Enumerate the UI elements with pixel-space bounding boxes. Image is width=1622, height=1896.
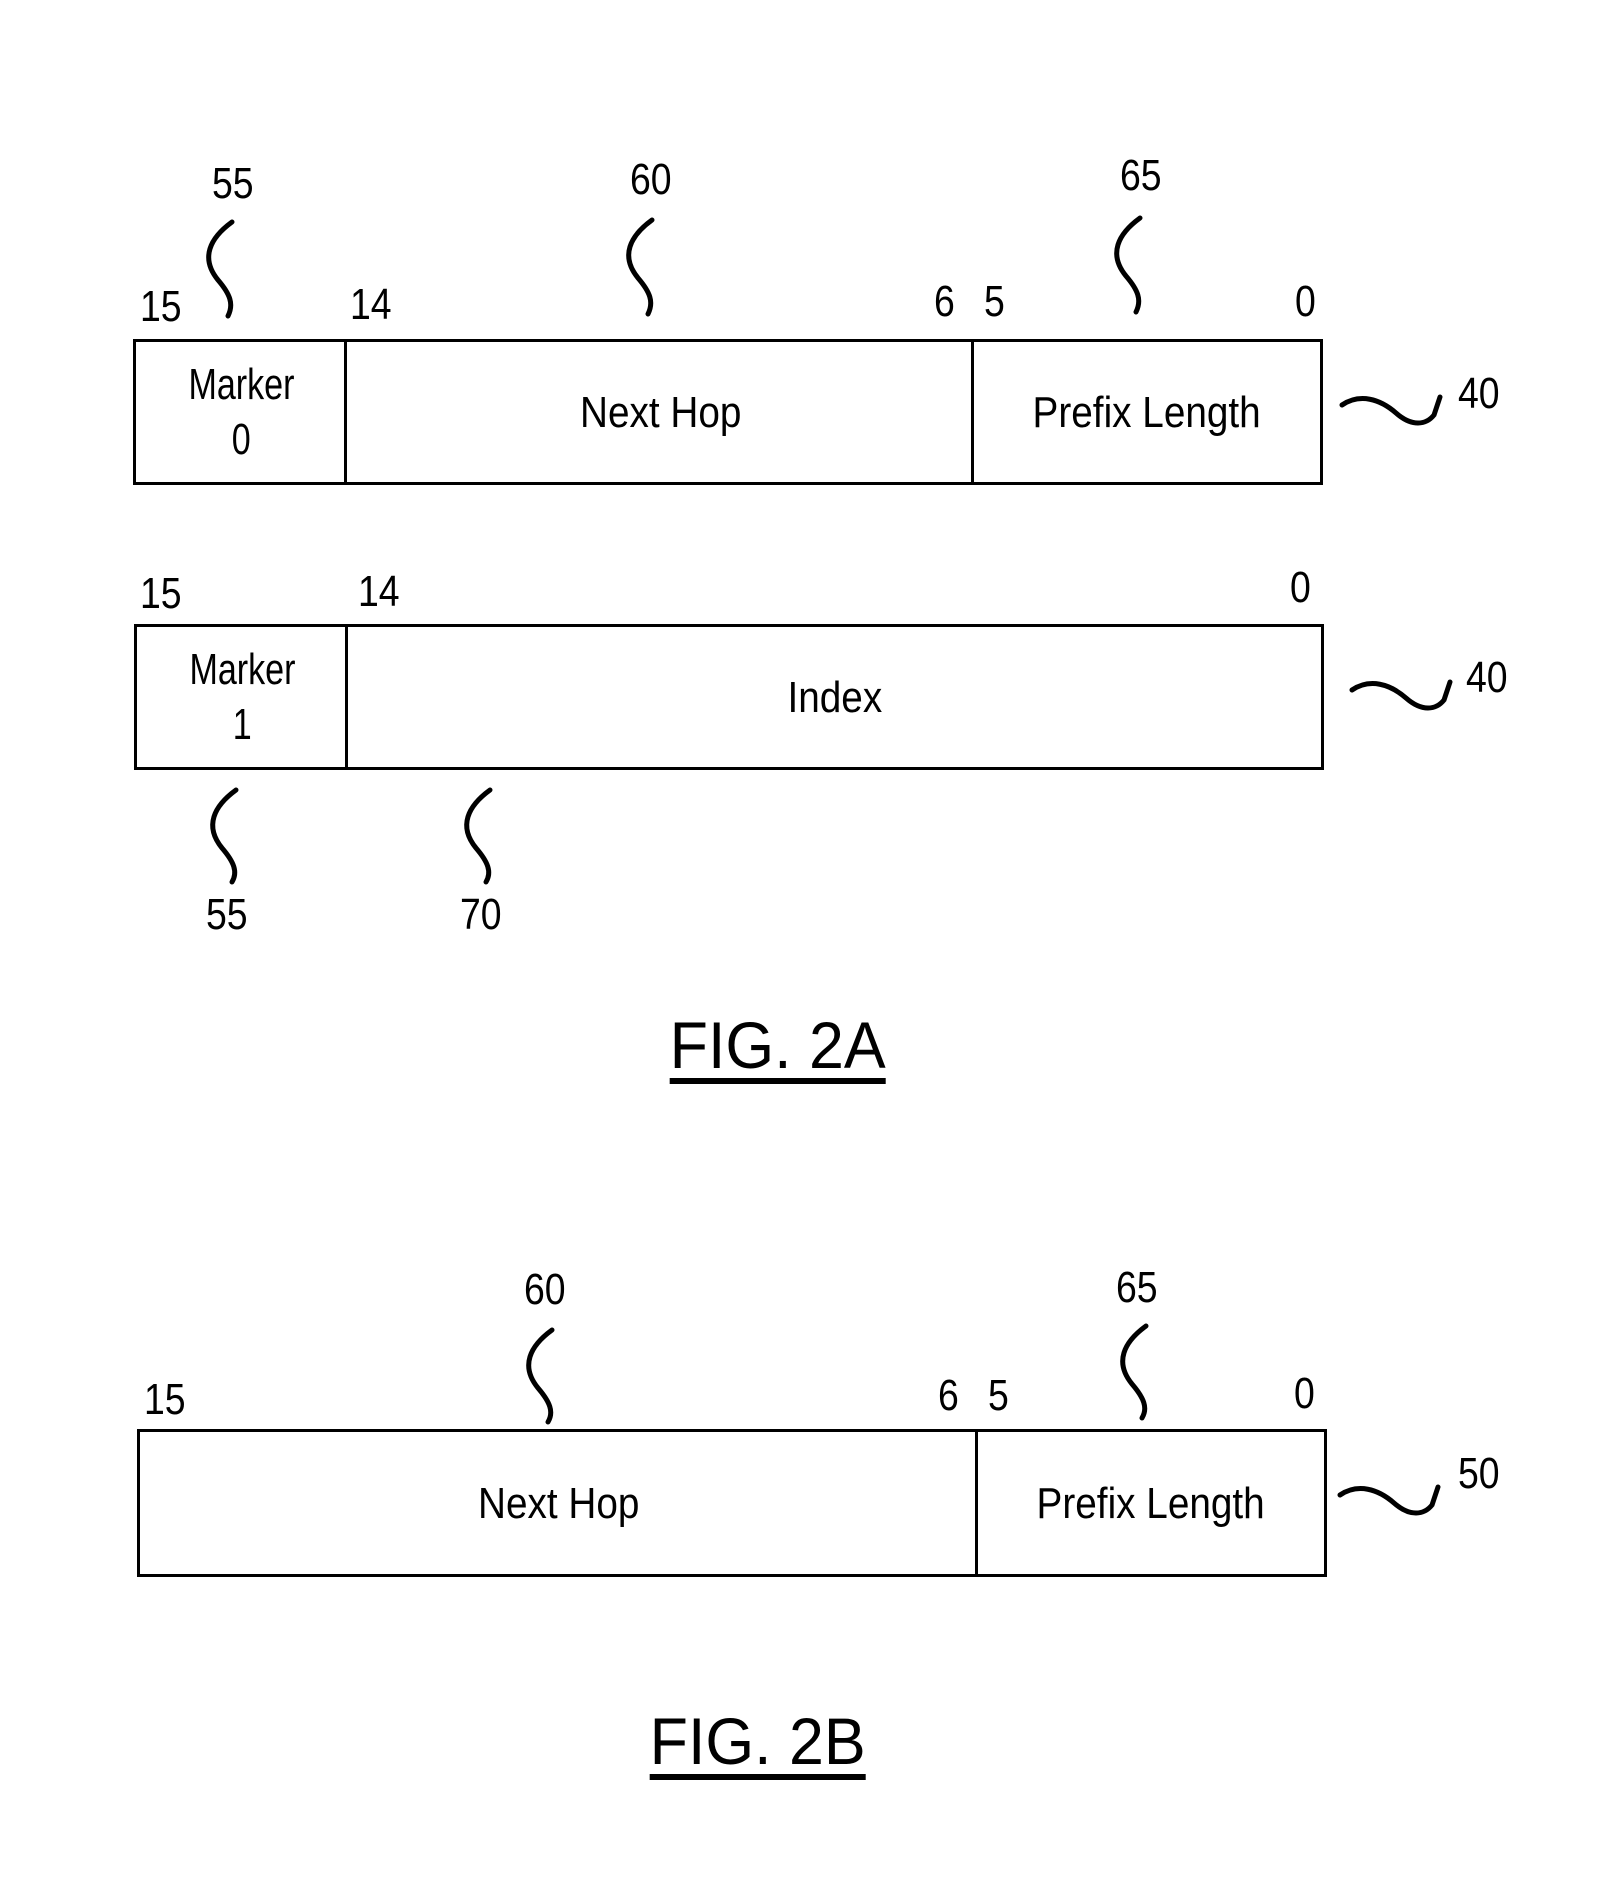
field-next-hop: Next Hop <box>344 342 974 482</box>
field-prefix-length: Prefix Length <box>971 342 1320 482</box>
entry-box: Marker 1 Index <box>134 624 1324 770</box>
leader-line-icon <box>626 217 655 317</box>
bit-label: 14 <box>358 567 400 616</box>
field-next-hop: Next Hop <box>140 1432 978 1574</box>
field-name: Prefix Length <box>1036 1478 1266 1528</box>
ref-label-next-hop: 60 <box>630 155 672 204</box>
bit-label: 0 <box>1294 1369 1315 1418</box>
ref-label-prefix-length: 65 <box>1120 151 1162 200</box>
leader-line-icon <box>210 787 239 885</box>
bit-label: 15 <box>140 282 182 331</box>
leader-line-icon <box>1337 1484 1441 1516</box>
field-value: 1 <box>233 700 252 749</box>
leader-line-icon <box>1349 679 1453 711</box>
leader-line-icon <box>1120 1323 1149 1421</box>
figure-caption: FIG. 2A <box>669 1008 886 1082</box>
ref-label-marker: 55 <box>206 890 248 939</box>
field-name: Next Hop <box>579 387 742 437</box>
ref-label-entry: 40 <box>1466 653 1508 702</box>
entry-box: Marker 0 Next Hop Prefix Length <box>133 339 1323 485</box>
bit-label: 14 <box>350 280 392 329</box>
field-name: Index <box>787 672 882 722</box>
leader-line-icon <box>1114 215 1143 315</box>
leader-line-icon <box>464 787 493 885</box>
figure-caption: FIG. 2B <box>649 1704 866 1778</box>
ref-label-next-hop: 60 <box>524 1265 566 1314</box>
field-name: Marker <box>189 645 296 694</box>
ref-label-entry: 40 <box>1458 369 1500 418</box>
field-index: Index <box>345 627 1321 767</box>
leader-line-icon <box>206 219 235 319</box>
bit-label: 6 <box>934 277 955 326</box>
ref-label-index: 70 <box>460 890 502 939</box>
bit-label: 5 <box>988 1371 1009 1420</box>
bit-label: 5 <box>984 277 1005 326</box>
bit-label: 0 <box>1290 563 1311 612</box>
bit-label: 15 <box>140 569 182 618</box>
entry-box: Next Hop Prefix Length <box>137 1429 1327 1577</box>
field-name: Prefix Length <box>1032 387 1262 437</box>
field-prefix-length: Prefix Length <box>975 1432 1324 1574</box>
leader-line-icon <box>526 1327 555 1425</box>
leader-line-icon <box>1339 394 1443 426</box>
bit-label: 6 <box>938 1371 959 1420</box>
bit-label: 15 <box>144 1375 186 1424</box>
ref-label-prefix-length: 65 <box>1116 1263 1158 1312</box>
ref-label-marker: 55 <box>212 159 254 208</box>
field-value: 0 <box>232 415 251 464</box>
field-marker: Marker 1 <box>137 627 348 767</box>
bit-label: 0 <box>1295 277 1316 326</box>
field-name: Next Hop <box>478 1478 640 1528</box>
field-marker: Marker 0 <box>136 342 347 482</box>
field-name: Marker <box>188 360 295 409</box>
ref-label-entry: 50 <box>1458 1449 1500 1498</box>
